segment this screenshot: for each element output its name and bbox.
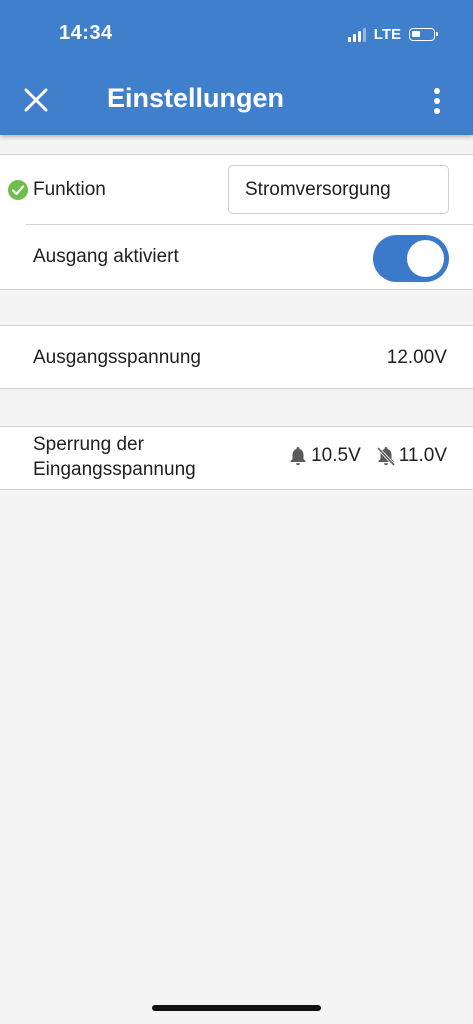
ausgangsspannung-value: 12.00V: [386, 347, 447, 368]
ausgang-row: Ausgang aktiviert: [0, 225, 473, 289]
sperrung-label-line2: Eingangsspannung: [33, 459, 196, 480]
network-type: LTE: [373, 26, 401, 43]
funktion-label: Funktion: [33, 179, 106, 200]
bell-off-icon: [376, 446, 395, 467]
close-icon[interactable]: [22, 86, 50, 114]
voltage-section: Ausgangsspannung 12.00V: [0, 325, 473, 389]
signal-bars-icon: [347, 27, 366, 42]
ausgangsspannung-label: Ausgangsspannung: [33, 347, 201, 368]
ausgang-label: Ausgang aktiviert: [33, 246, 179, 267]
check-circle-icon: [8, 180, 28, 200]
toggle-knob: [407, 240, 444, 277]
ausgangsspannung-row[interactable]: Ausgangsspannung 12.00V: [0, 326, 473, 388]
function-section: Funktion Stromversorgung Ausgang aktivie…: [0, 154, 473, 290]
battery-icon: [409, 28, 438, 41]
more-vertical-icon[interactable]: [429, 86, 445, 116]
lockout-section: Sperrung der Eingangsspannung 10.5V 11.0…: [0, 426, 473, 490]
home-indicator: [152, 1005, 321, 1011]
ausgang-toggle[interactable]: [373, 235, 449, 282]
status-indicators: LTE: [347, 26, 438, 43]
app-header: 14:34 LTE Einstellungen: [0, 0, 473, 135]
page-title: Einstellungen: [107, 83, 285, 113]
status-time: 14:34: [59, 22, 113, 44]
lockout-values: 10.5V 11.0V: [288, 445, 447, 467]
funktion-select-value: Stromversorgung: [245, 178, 391, 200]
funktion-row: Funktion Stromversorgung: [0, 155, 473, 225]
clear-value: 11.0V: [398, 445, 447, 466]
funktion-select[interactable]: Stromversorgung: [228, 165, 449, 214]
bell-icon: [290, 447, 306, 466]
sperrung-label-line1: Sperrung der: [33, 434, 144, 455]
sperrung-row[interactable]: Sperrung der Eingangsspannung 10.5V 11.0…: [0, 427, 473, 489]
alarm-value: 10.5V: [311, 445, 361, 466]
